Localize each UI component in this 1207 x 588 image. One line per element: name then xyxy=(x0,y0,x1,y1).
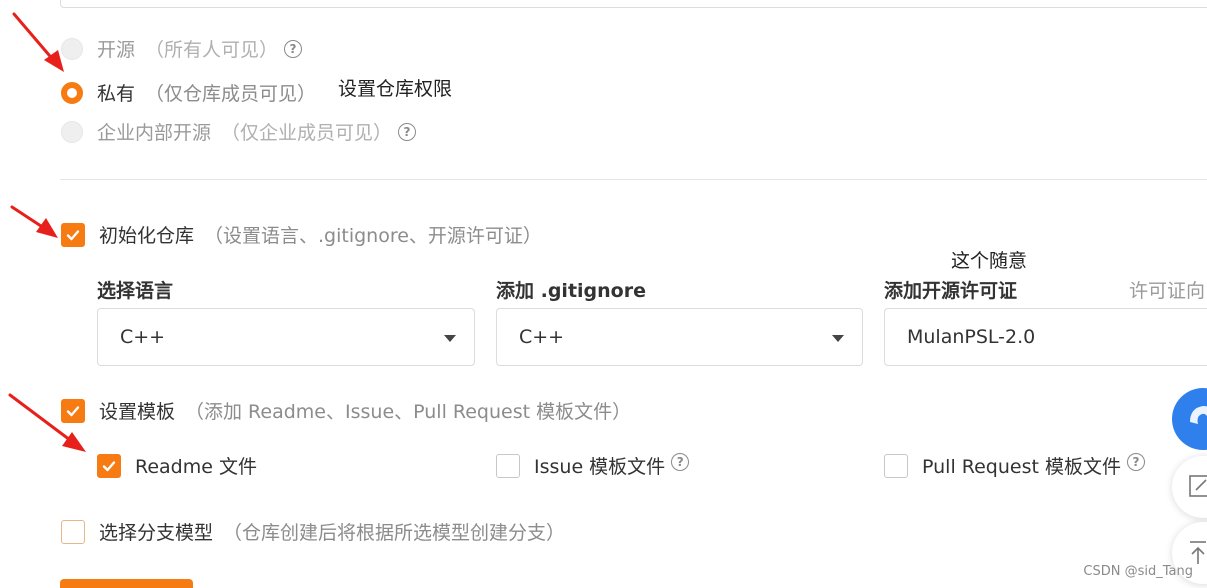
annotation-arrows-icon xyxy=(8,12,86,452)
repo-create-form: 开源 （所有人可见） ? 私有 （仅仓库成员可见） 设置仓库权限 企业内部开源 … xyxy=(0,0,1207,588)
